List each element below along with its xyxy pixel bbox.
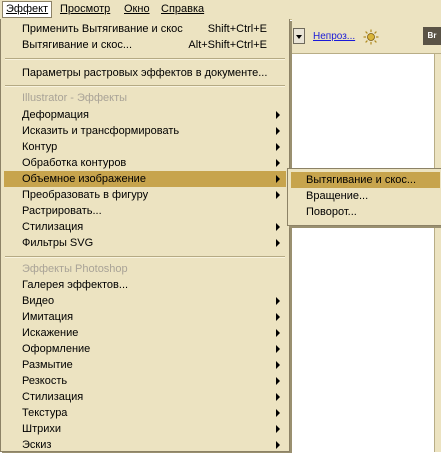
menu-separator [5,85,285,87]
menu-item-svg-filters[interactable]: Фильтры SVG [4,235,286,251]
menu-item-label: Текстура [22,407,68,419]
dropdown-arrow-icon[interactable] [293,28,305,44]
menu-help[interactable]: Справка [158,2,207,17]
menu-effect[interactable]: Эффект [2,1,53,18]
menu-item-warp[interactable]: Деформация [4,107,286,123]
menu-item-label: Контур [22,141,58,153]
menu-item-texture[interactable]: Текстура [4,405,286,421]
submenu-arrow-icon [276,377,280,385]
submenu-arrow-icon [276,175,280,183]
menu-window[interactable]: Окно [121,2,153,17]
menu-item-label: Галерея эффектов... [22,279,129,291]
menu-item-label: Применить Вытягивание и скос [22,23,183,35]
menu-item-convert-to-shape[interactable]: Преобразовать в фигуру [4,187,286,203]
menu-item-label: Преобразовать в фигуру [22,189,149,201]
menu-item-artistic[interactable]: Имитация [4,309,286,325]
submenu-item-revolve[interactable]: Вращение... [291,188,440,204]
menu-item-label: Деформация [22,109,89,121]
submenu-arrow-icon [276,345,280,353]
submenu-item-rotate[interactable]: Поворот... [291,204,440,220]
menu-item-label: Поворот... [306,206,357,218]
section-header-label: Эффекты Photoshop [22,263,128,275]
menu-item-ps-stylize[interactable]: Стилизация [4,389,286,405]
menu-item-label: Стилизация [22,221,84,233]
submenu-arrow-icon [276,409,280,417]
menu-item-blur[interactable]: Размытие [4,357,286,373]
panel-strip [434,54,441,452]
menu-item-pixelate[interactable]: Оформление [4,341,286,357]
menu-item-pathfinder[interactable]: Обработка контуров [4,155,286,171]
menu-item-distort-transform[interactable]: Исказить и трансформировать [4,123,286,139]
menu-item-label: Растрировать... [22,205,102,217]
menu-item-label: Вытягивание и скос... [306,174,417,186]
submenu-item-extrude-bevel[interactable]: Вытягивание и скос... [291,172,440,188]
menu-item-label: Стилизация [22,391,84,403]
menu-item-effect-gallery[interactable]: Галерея эффектов... [4,277,286,293]
menu-item-brush-strokes[interactable]: Штрихи [4,421,286,437]
section-header-label: Illustrator - Эффекты [22,92,128,104]
recolor-icon[interactable] [363,29,379,45]
submenu-arrow-icon [276,313,280,321]
submenu-arrow-icon [276,297,280,305]
menu-item-label: Искажение [22,327,79,339]
menu-item-sharpen[interactable]: Резкость [4,373,286,389]
menubar: Эффект Просмотр Окно Справка [0,0,441,20]
3d-submenu: Вытягивание и скос... Вращение... Поворо… [287,168,441,226]
menu-item-label: Видео [22,295,55,307]
menu-item-label: Вращение... [306,190,369,202]
opacity-link[interactable]: Непроз... [313,31,355,42]
menu-item-extrude-bevel[interactable]: Вытягивание и скос... Alt+Shift+Ctrl+E [4,37,286,53]
submenu-arrow-icon [276,143,280,151]
menu-item-label: Исказить и трансформировать [22,125,180,137]
menu-separator [5,58,285,60]
menu-item-label: Объемное изображение [22,173,146,185]
submenu-arrow-icon [276,127,280,135]
menu-item-3d[interactable]: Объемное изображение [4,171,286,187]
section-header-illustrator: Illustrator - Эффекты [4,90,286,106]
menu-item-apply-extrude[interactable]: Применить Вытягивание и скос Shift+Ctrl+… [4,21,286,37]
menu-item-label: Имитация [22,311,74,323]
menu-item-label: Эскиз [22,439,52,451]
menu-item-label: Обработка контуров [22,157,127,169]
menu-item-sketch[interactable]: Эскиз [4,437,286,453]
submenu-arrow-icon [276,223,280,231]
menu-item-label: Параметры растровых эффектов в документе… [22,67,268,79]
menu-item-label: Фильтры SVG [22,237,94,249]
effect-menu: Применить Вытягивание и скос Shift+Ctrl+… [0,19,290,452]
menu-item-label: Резкость [22,375,68,387]
submenu-arrow-icon [276,393,280,401]
menu-item-rasterize[interactable]: Растрировать... [4,203,286,219]
submenu-arrow-icon [276,425,280,433]
menu-item-shortcut: Alt+Shift+Ctrl+E [188,39,267,51]
section-header-photoshop: Эффекты Photoshop [4,261,286,277]
menu-view[interactable]: Просмотр [57,2,113,17]
menu-item-distort[interactable]: Искажение [4,325,286,341]
menu-item-label: Вытягивание и скос... [22,39,133,51]
submenu-arrow-icon [276,441,280,449]
menu-item-raster-settings[interactable]: Параметры растровых эффектов в документе… [4,65,286,81]
submenu-arrow-icon [276,159,280,167]
menu-item-label: Штрихи [22,423,62,435]
menu-item-label: Размытие [22,359,73,371]
menu-item-label: Оформление [22,343,91,355]
menu-separator [5,256,285,258]
menu-item-shortcut: Shift+Ctrl+E [207,23,267,35]
menu-item-path[interactable]: Контур [4,139,286,155]
bridge-icon[interactable]: Br [423,27,441,45]
submenu-arrow-icon [276,361,280,369]
submenu-arrow-icon [276,329,280,337]
submenu-arrow-icon [276,191,280,199]
menu-item-stylize[interactable]: Стилизация [4,219,286,235]
submenu-arrow-icon [276,239,280,247]
submenu-arrow-icon [276,111,280,119]
menu-item-video[interactable]: Видео [4,293,286,309]
